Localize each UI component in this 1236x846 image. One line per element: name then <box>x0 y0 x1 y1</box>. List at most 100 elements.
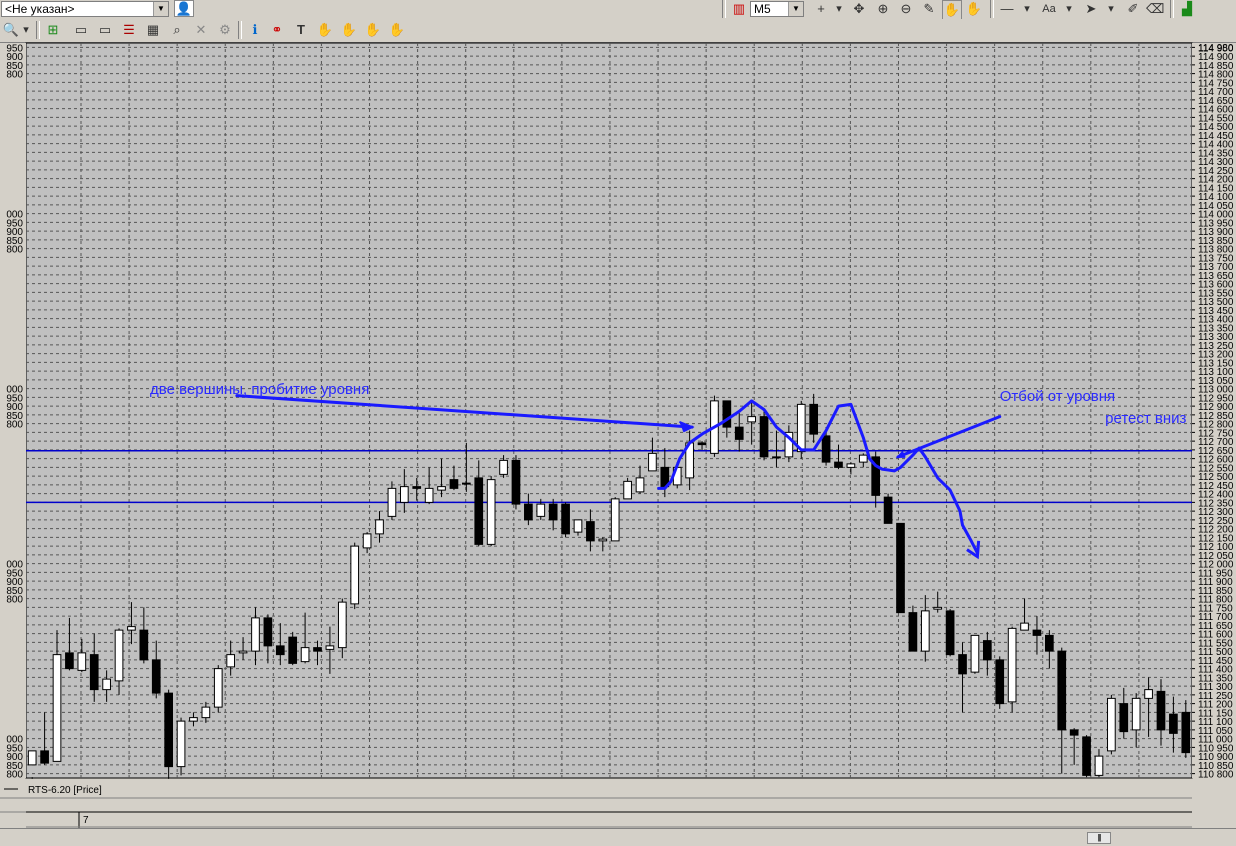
candle-bull <box>102 678 111 691</box>
candle-bull <box>1131 697 1141 731</box>
candle-bear <box>275 645 285 656</box>
candle-bull <box>747 416 756 423</box>
candle-bull <box>213 668 223 708</box>
candle-bear <box>449 479 459 489</box>
candle-bull <box>920 610 930 652</box>
candle-bear <box>164 692 173 768</box>
candle-bear <box>1156 690 1166 731</box>
candle-bear <box>40 750 49 764</box>
candle-bull <box>52 654 62 762</box>
candle-bull <box>201 706 211 719</box>
candle-bull <box>1020 622 1029 631</box>
y-tick-label-left: 000 <box>6 560 23 571</box>
candle-bear <box>945 610 955 656</box>
candle-bear <box>759 416 769 458</box>
candle-bull <box>325 645 335 650</box>
candle-bull <box>536 503 546 517</box>
candle-bull <box>1144 689 1153 699</box>
candle-bear <box>139 629 149 661</box>
candle-bear <box>1169 713 1178 734</box>
candle-bear <box>722 400 732 428</box>
candle-bear <box>908 612 918 652</box>
candle-bull <box>226 654 236 668</box>
candle-bull <box>127 626 136 631</box>
candle-bear <box>89 654 99 691</box>
candle-bear <box>896 522 905 614</box>
candle-bull <box>610 498 620 542</box>
candle-bear <box>412 486 422 489</box>
annotation-text: ретест вниз <box>1105 410 1186 427</box>
candle-bear <box>288 636 298 664</box>
candle-bull <box>772 456 781 459</box>
candle-bear <box>1119 703 1129 733</box>
candle-bull <box>858 454 868 463</box>
y-tick-label-left: 000 <box>6 210 23 221</box>
candle-bull <box>1107 697 1116 752</box>
candle-bull <box>238 650 248 654</box>
candle-bull <box>424 487 434 503</box>
y-tick-label-left: 000 <box>6 385 23 396</box>
candle-bear <box>821 435 831 463</box>
candle-bull <box>796 403 806 453</box>
candle-bull <box>1094 755 1104 776</box>
annotation-text: две вершины, пробитие уровня <box>150 381 369 398</box>
candle-bull <box>27 750 37 766</box>
candle-bear <box>524 503 533 521</box>
candle-bull <box>573 519 583 533</box>
price-chart[interactable]: 110 800800110 850850110 900900110 950950… <box>0 0 1236 828</box>
candle-bull <box>598 538 608 542</box>
candle-bull <box>933 606 943 610</box>
candle-bear <box>548 503 558 521</box>
candle-bull <box>399 486 409 503</box>
candle-bull <box>387 487 397 517</box>
candle-bull <box>970 634 980 673</box>
candle-bull <box>499 459 508 475</box>
candle-bear <box>1045 634 1054 652</box>
candle-bear <box>697 442 707 446</box>
candle-bull <box>251 617 260 652</box>
candle-bull <box>362 533 372 549</box>
scroll-grip[interactable]: ||| <box>1087 832 1111 844</box>
candle-bull <box>375 519 384 535</box>
candle-bear <box>958 654 967 675</box>
candle-bull <box>1007 627 1017 703</box>
x-axis-panel <box>0 779 1236 827</box>
candle-bull <box>486 479 496 545</box>
candle-bear <box>1069 729 1079 736</box>
candle-bear <box>474 477 484 545</box>
candle-bear <box>65 652 74 670</box>
plot-area <box>25 42 1193 779</box>
candle-bear <box>586 521 595 542</box>
candle-bear <box>1032 629 1042 636</box>
y-top-label: 114 980 <box>1198 43 1234 54</box>
candle-bull <box>189 717 198 722</box>
candle-bull <box>648 452 657 472</box>
candle-bull <box>437 486 446 491</box>
candle-bear <box>982 640 992 661</box>
candle-bull <box>337 601 347 649</box>
candle-bear <box>511 459 521 505</box>
candle-bull <box>176 720 186 768</box>
candle-bear <box>1181 711 1191 754</box>
candle-bear <box>809 403 819 435</box>
candle-bear <box>1082 736 1091 776</box>
candle-bear <box>561 503 570 535</box>
candle-bull <box>350 545 360 605</box>
candle-bear <box>263 617 273 647</box>
candle-bear <box>883 496 893 524</box>
candle-bull <box>300 647 310 663</box>
candle-bear <box>1057 650 1067 731</box>
status-bar: ||| <box>0 828 1236 846</box>
candle-bull <box>462 482 471 485</box>
candle-bear <box>151 659 161 694</box>
candle-bear <box>313 647 322 652</box>
candle-bull <box>623 480 632 500</box>
annotation-text: Отбой от уровня <box>1000 388 1115 405</box>
candle-bear <box>834 461 843 468</box>
candle-bull <box>846 463 856 468</box>
candle-bear <box>734 426 744 440</box>
candle-bull <box>635 477 645 493</box>
instrument-label: RTS-6.20 [Price] <box>28 785 102 796</box>
day-label: 7 <box>83 815 89 826</box>
candle-bull <box>114 629 124 682</box>
